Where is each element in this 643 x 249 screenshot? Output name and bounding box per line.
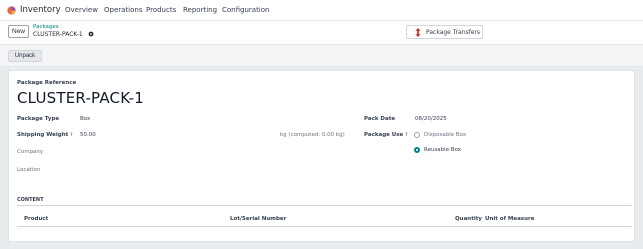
section-divider xyxy=(17,205,632,206)
weight-unit-hint: kg (computed: 0.00 kg) xyxy=(280,132,345,138)
breadcrumb-current: CLUSTER-PACK-1 xyxy=(33,31,83,38)
location-label: Location xyxy=(17,167,41,173)
content-section-title: CONTENT xyxy=(17,197,44,203)
app-name[interactable]: Inventory xyxy=(20,5,61,15)
top-navbar: Inventory Overview Operations Products R… xyxy=(0,0,643,21)
control-panel: New Packages CLUSTER-PACK-1 Package Tran… xyxy=(0,21,643,45)
inventory-app-icon[interactable] xyxy=(7,6,16,15)
menu-operations[interactable]: Operations xyxy=(104,6,142,14)
unpack-button[interactable]: Unpack xyxy=(8,50,42,62)
package-use-label: Package Use ? xyxy=(364,132,408,138)
package-type-field[interactable]: Box xyxy=(80,116,90,122)
company-label: Company xyxy=(17,149,44,155)
shipping-weight-label-text: Shipping Weight xyxy=(17,132,69,138)
shipping-weight-label: Shipping Weight ? xyxy=(17,132,73,138)
package-transfers-label: Package Transfers xyxy=(426,29,481,36)
package-reference-label: Package Reference xyxy=(17,80,77,86)
column-header-lot-serial[interactable]: Lot/Serial Number xyxy=(230,216,286,222)
transfer-arrows-icon xyxy=(415,28,421,37)
shipping-weight-help-icon[interactable]: ? xyxy=(70,132,72,137)
radio-disposable-box-label[interactable]: Disposable Box xyxy=(424,132,466,138)
radio-reusable-box[interactable] xyxy=(414,147,420,153)
package-use-label-text: Package Use xyxy=(364,132,404,138)
package-use-help-icon[interactable]: ? xyxy=(405,132,407,137)
pack-date-field[interactable]: 08/20/2025 xyxy=(415,116,447,122)
menu-overview[interactable]: Overview xyxy=(65,6,98,14)
package-transfers-button[interactable]: Package Transfers xyxy=(406,25,483,39)
breadcrumb-packages-link[interactable]: Packages xyxy=(33,24,59,30)
radio-reusable-box-label[interactable]: Reusable Box xyxy=(424,147,461,153)
table-header-divider xyxy=(17,226,632,227)
package-type-label: Package Type xyxy=(17,116,60,122)
gear-icon[interactable] xyxy=(88,31,94,37)
package-reference-field[interactable]: CLUSTER-PACK-1 xyxy=(17,89,144,107)
new-button[interactable]: New xyxy=(8,25,29,38)
shipping-weight-field[interactable]: 50.00 xyxy=(80,132,96,138)
pack-date-label: Pack Date xyxy=(364,116,396,122)
column-header-unit-of-measure[interactable]: Unit of Measure xyxy=(485,216,534,222)
form-statusbar: Unpack xyxy=(0,45,643,67)
menu-reporting[interactable]: Reporting xyxy=(183,6,217,14)
menu-products[interactable]: Products xyxy=(146,6,176,14)
menu-configuration[interactable]: Configuration xyxy=(222,6,269,14)
column-header-quantity[interactable]: Quantity xyxy=(455,216,482,222)
column-header-product[interactable]: Product xyxy=(24,216,48,222)
form-sheet: Package Reference CLUSTER-PACK-1 Package… xyxy=(8,70,635,242)
radio-disposable-box[interactable] xyxy=(414,132,420,138)
